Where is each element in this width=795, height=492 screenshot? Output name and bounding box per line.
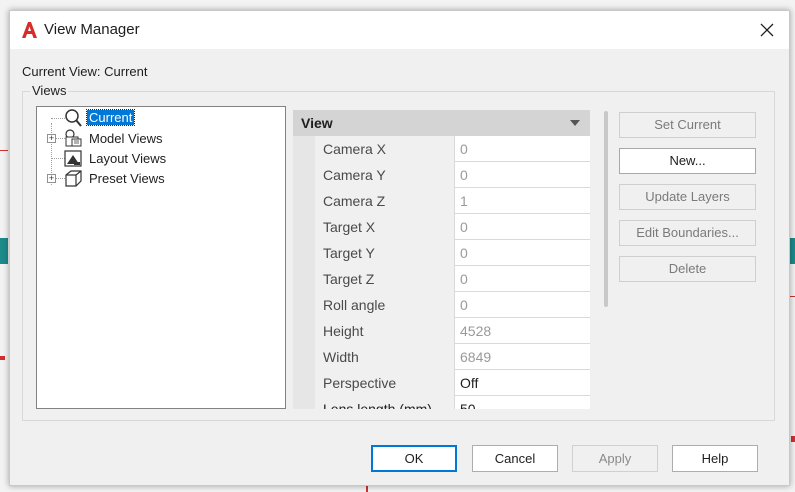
- property-name: Target Z: [315, 266, 455, 292]
- property-row-roll-angle[interactable]: Roll angle 0: [315, 292, 590, 318]
- background-drawing-line: [0, 150, 8, 151]
- property-row-width[interactable]: Width 6849: [315, 344, 590, 370]
- close-button[interactable]: [745, 11, 789, 49]
- property-name: Width: [315, 344, 455, 370]
- magnifier-icon: [65, 109, 82, 127]
- property-value: 0: [460, 297, 468, 313]
- properties-header-label: View: [301, 115, 333, 131]
- property-row-camera-x[interactable]: Camera X 0: [315, 136, 590, 162]
- property-value: 4528: [460, 323, 492, 339]
- tree-item-label: Preset Views: [89, 171, 165, 186]
- expand-icon[interactable]: +: [47, 134, 56, 143]
- property-row-height[interactable]: Height 4528: [315, 318, 590, 344]
- views-group-label: Views: [30, 83, 69, 98]
- current-view-label: Current View: Current: [22, 64, 148, 79]
- properties-scrollbar[interactable]: [604, 111, 608, 307]
- tree-item-label: Current: [85, 109, 136, 126]
- property-row-target-z[interactable]: Target Z 0: [315, 266, 590, 292]
- property-value: 0: [460, 141, 468, 157]
- ok-button[interactable]: OK: [371, 445, 457, 472]
- preset-views-icon: [65, 170, 82, 187]
- property-row-target-y[interactable]: Target Y 0: [315, 240, 590, 266]
- close-icon: [760, 23, 774, 37]
- view-manager-dialog: View Manager Current View: Current Views…: [9, 10, 790, 486]
- property-row-camera-z[interactable]: Camera Z 1: [315, 188, 590, 214]
- property-value: 50: [460, 401, 476, 409]
- apply-button[interactable]: Apply: [572, 445, 658, 472]
- tree-item-model-views[interactable]: + Model Views: [37, 128, 285, 148]
- property-name: Height: [315, 318, 455, 344]
- title-bar[interactable]: View Manager: [10, 11, 789, 49]
- property-name: Perspective: [315, 370, 455, 396]
- tree-item-label: Layout Views: [89, 151, 167, 166]
- properties-gutter: [293, 136, 315, 409]
- background-drawing-line: [366, 486, 368, 492]
- property-value: 0: [460, 219, 468, 235]
- tree-item-layout-views[interactable]: Layout Views: [37, 148, 285, 168]
- property-row-lens-length[interactable]: Lens length (mm) 50: [315, 396, 590, 409]
- property-value: 0: [460, 271, 468, 287]
- cancel-button[interactable]: Cancel: [472, 445, 558, 472]
- property-value: 1: [460, 193, 468, 209]
- property-row-camera-y[interactable]: Camera Y 0: [315, 162, 590, 188]
- help-button[interactable]: Help: [672, 445, 758, 472]
- property-name: Lens length (mm): [315, 396, 455, 409]
- expand-icon[interactable]: +: [47, 174, 56, 183]
- tree-item-label: Model Views: [89, 131, 163, 146]
- views-tree[interactable]: Current + Model Views Layout Views + Pre…: [36, 106, 286, 409]
- property-name: Roll angle: [315, 292, 455, 318]
- property-value: 6849: [460, 349, 492, 365]
- property-value: 0: [460, 167, 468, 183]
- model-views-icon: [65, 129, 82, 147]
- property-name: Camera Z: [315, 188, 455, 214]
- property-value: 0: [460, 245, 468, 261]
- tree-item-current[interactable]: Current: [37, 108, 285, 128]
- set-current-button[interactable]: Set Current: [619, 112, 756, 138]
- edit-boundaries-button[interactable]: Edit Boundaries...: [619, 220, 756, 246]
- property-row-perspective[interactable]: Perspective Off: [315, 370, 590, 396]
- delete-button[interactable]: Delete: [619, 256, 756, 282]
- collapse-caret-icon[interactable]: [570, 120, 580, 126]
- view-properties-grid[interactable]: View Camera X 0 Camera Y 0 Camera Z 1 Ta…: [293, 110, 590, 409]
- properties-header[interactable]: View: [293, 110, 590, 136]
- autocad-logo-icon: [22, 22, 37, 38]
- property-name: Camera X: [315, 136, 455, 162]
- layout-views-icon: [64, 150, 82, 167]
- property-name: Target Y: [315, 240, 455, 266]
- update-layers-button[interactable]: Update Layers: [619, 184, 756, 210]
- background-drawing-line: [0, 356, 5, 360]
- new-view-button[interactable]: New...: [619, 148, 756, 174]
- dialog-title: View Manager: [44, 21, 140, 38]
- property-value: Off: [460, 375, 479, 391]
- background-tool-strip: [0, 238, 8, 264]
- property-row-target-x[interactable]: Target X 0: [315, 214, 590, 240]
- property-name: Target X: [315, 214, 455, 240]
- background-drawing-line: [791, 436, 795, 442]
- property-name: Camera Y: [315, 162, 455, 188]
- tree-item-preset-views[interactable]: + Preset Views: [37, 168, 285, 188]
